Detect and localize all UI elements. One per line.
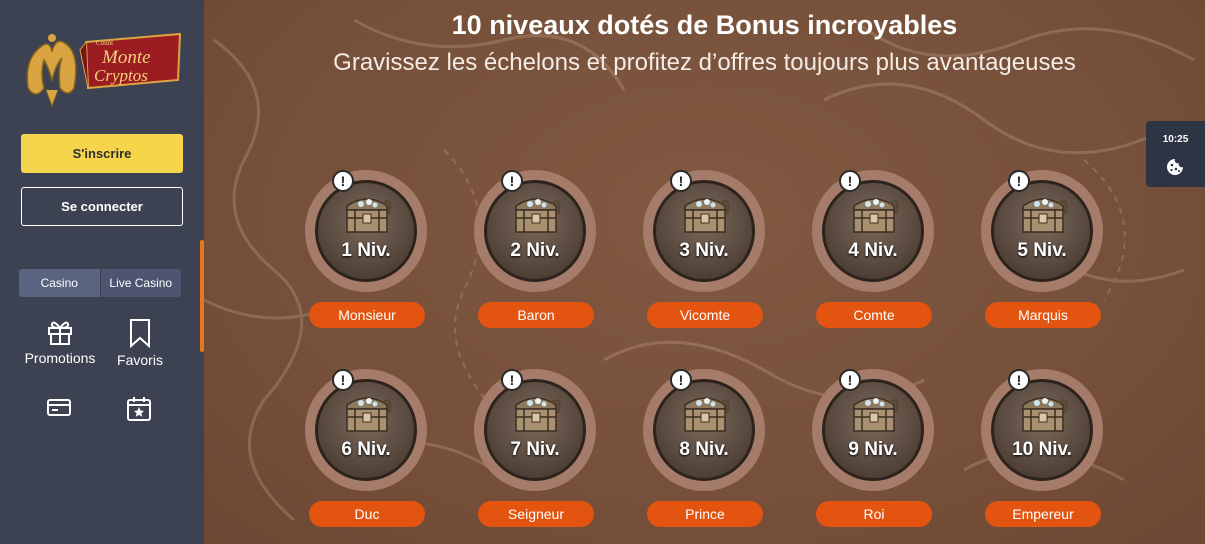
sidebar-item-label: Promotions — [24, 350, 96, 366]
level-card[interactable]: ! 8 Niv. Prince — [643, 369, 765, 529]
treasure-chest-icon — [684, 198, 730, 233]
gift-icon — [48, 321, 72, 345]
rank-button[interactable]: Marquis — [985, 302, 1101, 328]
bookmark-icon — [130, 319, 150, 348]
treasure-chest-icon — [1022, 198, 1068, 233]
info-icon[interactable]: ! — [1008, 170, 1030, 192]
level-card[interactable]: ! 10 Niv. Empereur — [981, 369, 1103, 529]
level-number: 6 Niv. — [341, 439, 391, 460]
treasure-chest-icon — [515, 198, 561, 233]
page-subtitle: Gravissez les échelons et profitez d’off… — [333, 49, 1076, 76]
login-button[interactable]: Se connecter — [21, 187, 183, 226]
info-icon[interactable]: ! — [501, 170, 523, 192]
level-ring: ! 6 Niv. — [305, 369, 427, 491]
sidebar-item-label: Favoris — [117, 352, 163, 368]
info-icon[interactable]: ! — [332, 369, 354, 391]
level-card[interactable]: ! 9 Niv. Roi — [812, 369, 934, 529]
level-card[interactable]: ! 6 Niv. Duc — [305, 369, 427, 529]
sidebar-item-calendar[interactable] — [124, 395, 154, 423]
vip-levels-section: 10 niveaux dotés de Bonus incroyables Gr… — [204, 0, 1205, 544]
rank-button[interactable]: Comte — [816, 302, 932, 328]
info-icon[interactable]: ! — [670, 170, 692, 192]
svg-text:Monte: Monte — [101, 47, 151, 68]
info-icon[interactable]: ! — [839, 369, 861, 391]
casino-tabs: Casino Live Casino — [19, 269, 181, 297]
level-number: 8 Niv. — [679, 439, 729, 460]
info-icon[interactable]: ! — [332, 170, 354, 192]
level-ring: ! 2 Niv. — [474, 170, 596, 292]
level-number: 5 Niv. — [1017, 240, 1067, 261]
info-icon[interactable]: ! — [839, 170, 861, 192]
level-number: 1 Niv. — [341, 240, 391, 261]
svg-text:Cryptos: Cryptos — [94, 66, 148, 85]
level-card[interactable]: ! 5 Niv. Marquis — [981, 170, 1103, 330]
cookie-widget[interactable]: 10:25 — [1146, 121, 1205, 187]
level-ring: ! 9 Niv. — [812, 369, 934, 491]
level-ring: ! 3 Niv. — [643, 170, 765, 292]
level-ring: ! 1 Niv. — [305, 170, 427, 292]
sidebar-item-promotions[interactable]: Promotions — [22, 318, 98, 366]
level-number: 10 Niv. — [1012, 439, 1072, 460]
sidebar-item-favorites[interactable]: Favoris — [110, 318, 170, 368]
rank-button[interactable]: Duc — [309, 501, 425, 527]
treasure-chest-icon — [346, 397, 392, 432]
level-ring: ! 4 Niv. — [812, 170, 934, 292]
info-icon[interactable]: ! — [1008, 369, 1030, 391]
level-card[interactable]: ! 7 Niv. Seigneur — [474, 369, 596, 529]
level-number: 7 Niv. — [510, 439, 560, 460]
level-ring: ! 10 Niv. — [981, 369, 1103, 491]
level-card[interactable]: ! 4 Niv. Comte — [812, 170, 934, 330]
svg-text:Count: Count — [96, 39, 113, 47]
treasure-chest-icon — [853, 198, 899, 233]
treasure-chest-icon — [346, 198, 392, 233]
level-ring: ! 5 Niv. — [981, 170, 1103, 292]
info-icon[interactable]: ! — [670, 369, 692, 391]
rank-button[interactable]: Roi — [816, 501, 932, 527]
sidebar-item-payments[interactable] — [44, 395, 74, 419]
level-number: 4 Niv. — [848, 240, 898, 261]
level-card[interactable]: ! 3 Niv. Vicomte — [643, 170, 765, 330]
cookie-icon[interactable] — [1166, 158, 1184, 176]
rank-button[interactable]: Monsieur — [309, 302, 425, 328]
rank-button[interactable]: Baron — [478, 302, 594, 328]
brand-logo[interactable]: Count Monte Cryptos — [22, 28, 182, 108]
info-icon[interactable]: ! — [501, 369, 523, 391]
credit-card-icon — [47, 399, 71, 416]
treasure-chest-icon — [853, 397, 899, 432]
treasure-chest-icon — [515, 397, 561, 432]
level-card[interactable]: ! 2 Niv. Baron — [474, 170, 596, 330]
rank-button[interactable]: Vicomte — [647, 302, 763, 328]
level-ring: ! 7 Niv. — [474, 369, 596, 491]
level-number: 9 Niv. — [848, 439, 898, 460]
page-title: 10 niveaux dotés de Bonus incroyables — [451, 10, 958, 40]
treasure-chest-icon — [1022, 397, 1068, 432]
level-card[interactable]: ! 1 Niv. Monsieur — [305, 170, 427, 330]
calendar-star-icon — [127, 397, 151, 421]
treasure-chest-icon — [684, 397, 730, 432]
tab-live-casino[interactable]: Live Casino — [99, 269, 181, 297]
level-number: 2 Niv. — [510, 240, 560, 261]
register-button[interactable]: S'inscrire — [21, 134, 183, 173]
sidebar: Count Monte Cryptos S'inscrire Se connec… — [0, 0, 204, 544]
rank-button[interactable]: Empereur — [985, 501, 1101, 527]
rank-button[interactable]: Prince — [647, 501, 763, 527]
rank-button[interactable]: Seigneur — [478, 501, 594, 527]
level-number: 3 Niv. — [679, 240, 729, 261]
tab-casino[interactable]: Casino — [19, 269, 100, 297]
clock-time: 10:25 — [1162, 134, 1189, 145]
level-ring: ! 8 Niv. — [643, 369, 765, 491]
